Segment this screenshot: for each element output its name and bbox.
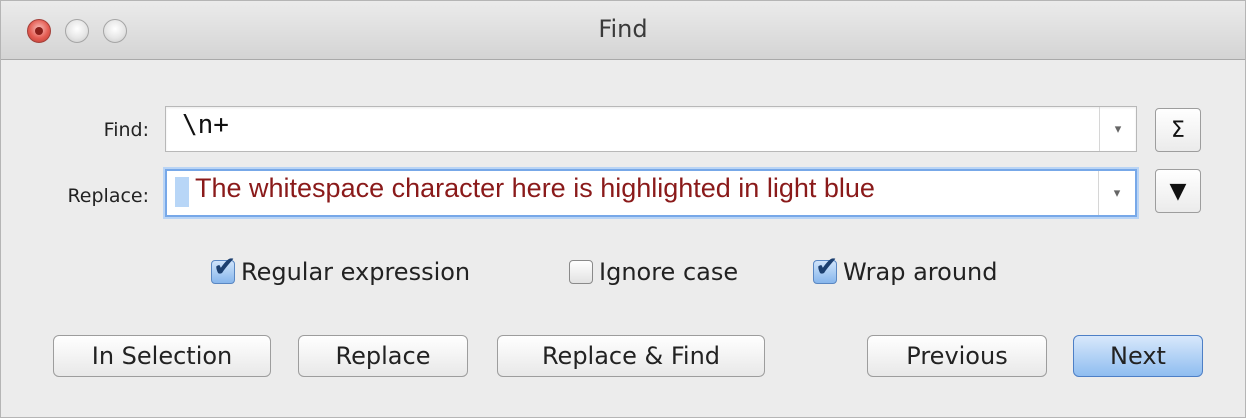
sigma-icon[interactable]: Σ xyxy=(1155,108,1201,152)
find-field-value: \n+ xyxy=(182,110,229,140)
whitespace-highlight xyxy=(175,177,189,207)
triangle-down-icon[interactable]: ▼ xyxy=(1155,169,1201,213)
find-field[interactable]: \n+ ▾ xyxy=(165,106,1137,152)
replace-field-value: The whitespace character here is highlig… xyxy=(195,173,875,203)
replace-and-find-button[interactable]: Replace & Find xyxy=(497,335,765,377)
in-selection-button[interactable]: In Selection xyxy=(53,335,271,377)
regular-expression-label: Regular expression xyxy=(241,258,471,286)
replace-label: Replace: xyxy=(67,185,149,207)
ignore-case-option[interactable]: Ignore case xyxy=(569,258,738,286)
ignore-case-checkbox[interactable] xyxy=(569,260,593,284)
window-title: Find xyxy=(598,15,648,43)
previous-button[interactable]: Previous xyxy=(867,335,1047,377)
replace-field[interactable]: The whitespace character here is highlig… xyxy=(165,169,1137,217)
wrap-around-checkbox[interactable]: ✔ xyxy=(813,253,838,284)
wrap-around-option[interactable]: ✔ Wrap around xyxy=(813,253,998,286)
replace-history-dropdown-icon[interactable]: ▾ xyxy=(1098,171,1135,215)
title-bar: Find xyxy=(1,1,1245,60)
ignore-case-label: Ignore case xyxy=(599,258,739,286)
find-history-dropdown-icon[interactable]: ▾ xyxy=(1099,107,1136,151)
regular-expression-checkbox[interactable]: ✔ xyxy=(211,253,236,284)
find-label: Find: xyxy=(103,119,149,141)
checkmark-icon: ✔ xyxy=(213,250,237,283)
next-button[interactable]: Next xyxy=(1073,335,1203,377)
find-window: Find Find: \n+ ▾ Σ Replace: The whitespa… xyxy=(0,0,1246,418)
replace-button[interactable]: Replace xyxy=(298,335,468,377)
checkmark-icon: ✔ xyxy=(815,250,839,283)
regular-expression-option[interactable]: ✔ Regular expression xyxy=(211,253,471,286)
wrap-around-label: Wrap around xyxy=(843,258,998,286)
